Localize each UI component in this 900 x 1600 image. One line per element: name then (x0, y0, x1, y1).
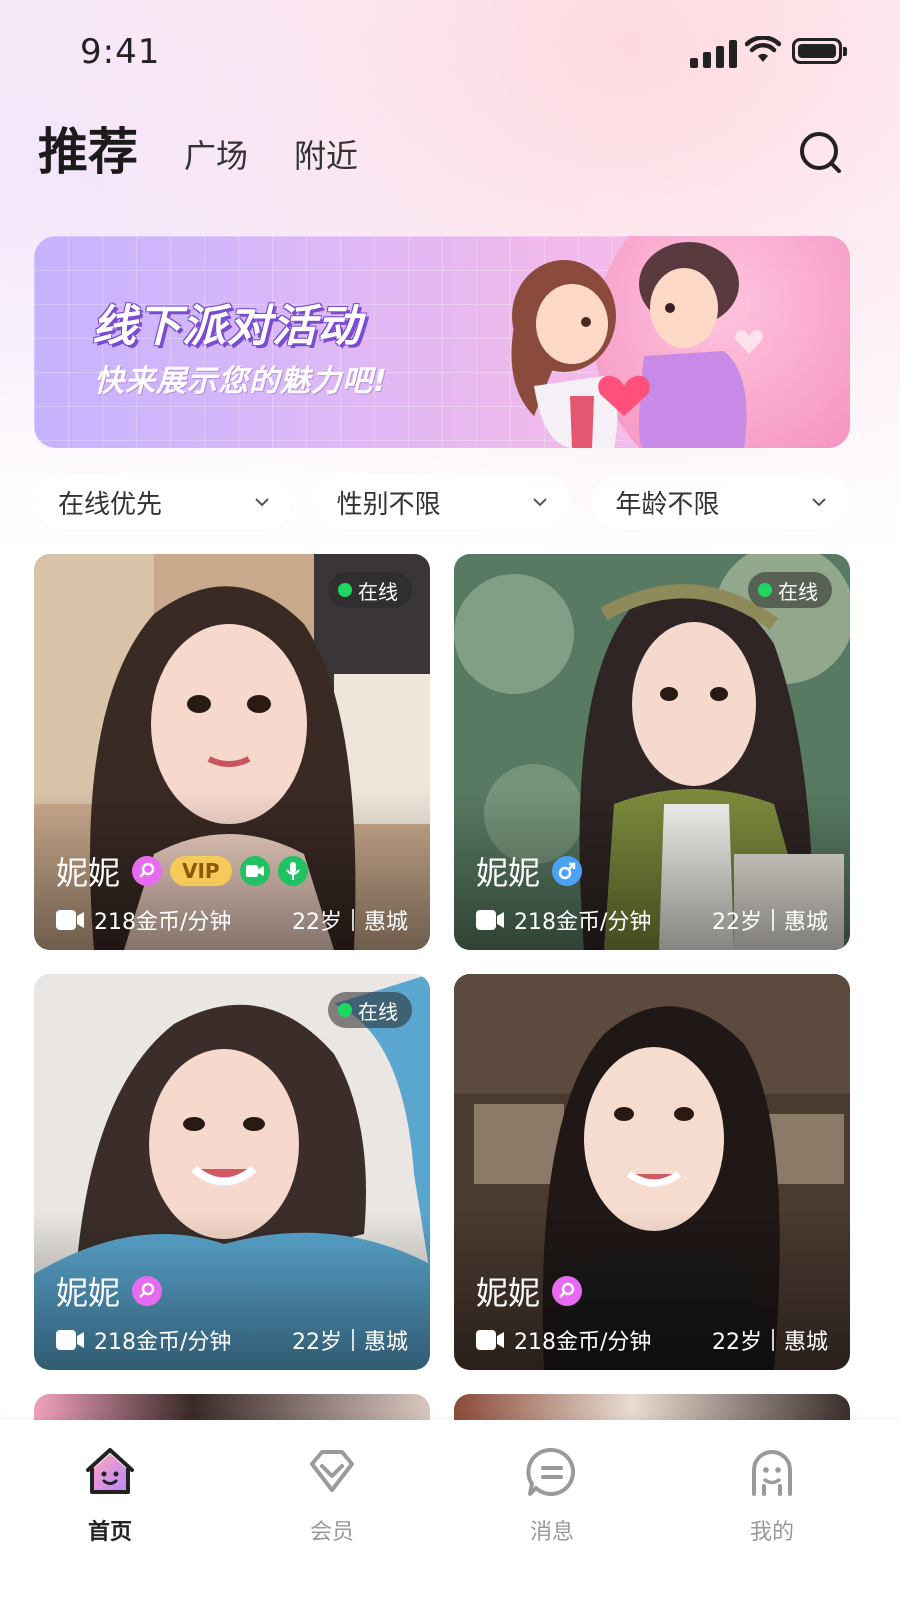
video-icon (476, 1330, 504, 1350)
chevron-down-icon (254, 498, 269, 507)
battery-icon (792, 38, 847, 64)
city: 惠城 (783, 910, 828, 935)
user-name: 妮妮 (476, 854, 541, 892)
video-icon (56, 1330, 84, 1350)
tab-square[interactable]: 广场 (184, 128, 248, 184)
price-text: 218金币/分钟 (514, 910, 652, 935)
city: 惠城 (783, 1330, 828, 1355)
couple-illustration (511, 242, 763, 448)
status-time: 9:41 (80, 32, 161, 72)
user-card[interactable]: 在线 妮妮 218金币/分钟 22岁 惠城 (34, 974, 430, 1370)
profile-icon (752, 1450, 792, 1496)
online-badge: 在线 (328, 572, 412, 608)
banner-subtitle: 快来展示您的魅力吧! (94, 364, 388, 399)
event-banner[interactable]: 线下派对活动 快来展示您的魅力吧! (34, 236, 850, 448)
search-icon[interactable] (798, 130, 842, 174)
signal-icon (690, 38, 737, 68)
home-icon (86, 1448, 134, 1494)
filter-label: 年龄不限 (615, 489, 720, 520)
vip-badge: VIP (170, 856, 232, 886)
age: 22岁 (711, 1330, 762, 1355)
video-icon (56, 910, 84, 930)
tab-profile[interactable]: 我的 (712, 1444, 832, 1546)
tab-label: 会员 (309, 1520, 354, 1545)
info-row: 218金币/分钟 22岁 惠城 (56, 1324, 408, 1356)
message-icon (526, 1447, 576, 1496)
user-name: 妮妮 (476, 1274, 541, 1312)
diamond-icon (310, 1450, 354, 1492)
info-row: 218金币/分钟 22岁 惠城 (56, 904, 408, 936)
male-icon (552, 856, 583, 886)
price-row: 218金币/分钟 (476, 1324, 651, 1356)
age-city: 22岁 惠城 (292, 1324, 408, 1356)
price-row: 218金币/分钟 (56, 1324, 231, 1356)
chevron-down-icon (533, 498, 548, 507)
video-icon (476, 910, 504, 930)
status-bar: 9:41 (0, 0, 900, 110)
online-dot (758, 583, 772, 597)
video-call-icon (239, 856, 270, 886)
filter-online-first[interactable]: 在线优先 (34, 474, 293, 530)
filter-label: 性别不限 (336, 489, 441, 520)
tab-messages[interactable]: 消息 (492, 1444, 612, 1546)
tab-recommend[interactable]: 推荐 (38, 120, 138, 184)
tab-label: 我的 (749, 1520, 794, 1545)
name-row: 妮妮 (476, 848, 583, 894)
price-text: 218金币/分钟 (94, 1330, 232, 1355)
tab-member[interactable]: 会员 (272, 1444, 392, 1546)
user-name: 妮妮 (56, 854, 121, 892)
age: 22岁 (291, 1330, 342, 1355)
tab-label: 首页 (87, 1520, 132, 1545)
voice-call-icon (277, 856, 308, 886)
user-card[interactable]: 在线 妮妮 218金币/分钟 22岁 惠城 (454, 554, 850, 950)
name-row: 妮妮 (56, 1268, 163, 1314)
online-dot (338, 1003, 352, 1017)
tab-nearby[interactable]: 附近 (294, 128, 358, 184)
chevron-down-icon (812, 498, 826, 507)
user-card[interactable]: 在线 妮妮 VIP 218金币/分钟 22岁 惠城 (34, 554, 430, 950)
age-city: 22岁 惠城 (712, 1324, 828, 1356)
online-badge: 在线 (328, 992, 412, 1028)
banner-title: 线下派对活动 (92, 301, 362, 352)
price-text: 218金币/分钟 (514, 1330, 652, 1355)
age-city: 22岁 惠城 (712, 904, 828, 936)
price-text: 218金币/分钟 (94, 910, 232, 935)
city: 惠城 (363, 1330, 408, 1355)
price-row: 218金币/分钟 (476, 904, 651, 936)
age-city: 22岁 惠城 (292, 904, 408, 936)
top-tabs: 推荐 广场 附近 (38, 120, 404, 184)
info-row: 218金币/分钟 22岁 惠城 (476, 1324, 828, 1356)
filter-label: 在线优先 (58, 489, 163, 520)
online-dot (338, 583, 352, 597)
online-badge: 在线 (748, 572, 832, 608)
user-name: 妮妮 (56, 1274, 121, 1312)
user-card[interactable]: 妮妮 218金币/分钟 22岁 惠城 (454, 974, 850, 1370)
name-row: 妮妮 VIP (56, 848, 308, 894)
tab-home[interactable]: 首页 (50, 1444, 170, 1546)
age: 22岁 (291, 910, 342, 935)
city: 惠城 (363, 910, 408, 935)
name-row: 妮妮 (476, 1268, 583, 1314)
wifi-icon (745, 36, 781, 62)
age: 22岁 (711, 910, 762, 935)
filter-age[interactable]: 年龄不限 (591, 474, 851, 530)
female-icon (132, 1276, 163, 1306)
price-row: 218金币/分钟 (56, 904, 231, 936)
filter-bar: 在线优先 性别不限 年龄不限 (34, 474, 851, 530)
tab-label: 消息 (529, 1520, 574, 1545)
female-icon (132, 856, 163, 886)
info-row: 218金币/分钟 22岁 惠城 (476, 904, 828, 936)
female-icon (552, 1276, 583, 1306)
bottom-tab-bar: 首页 会员 消息 我的 (0, 1420, 900, 1600)
filter-gender[interactable]: 性别不限 (312, 474, 572, 530)
